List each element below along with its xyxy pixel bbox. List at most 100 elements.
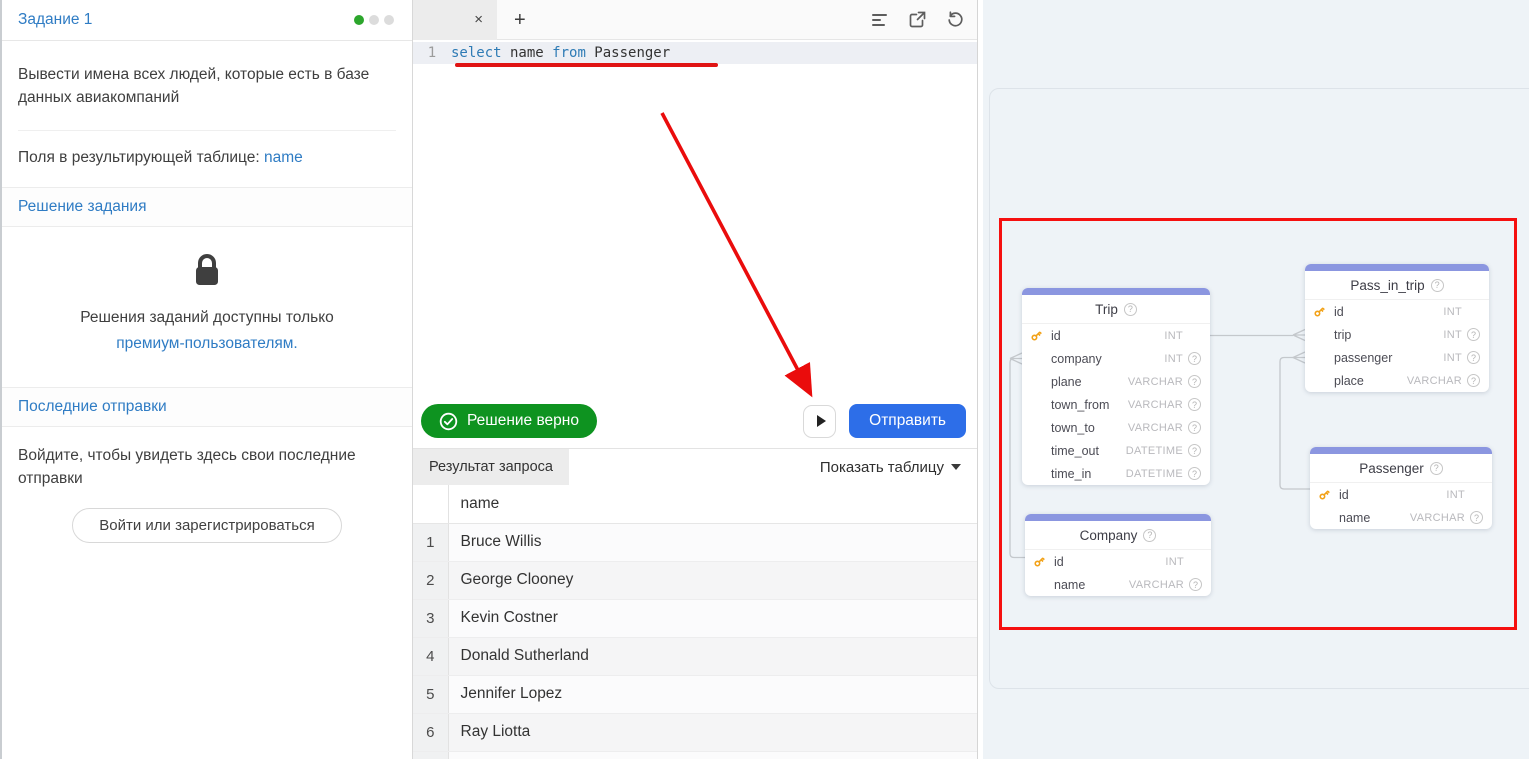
info-icon[interactable]: ? bbox=[1431, 279, 1444, 292]
table-card-company[interactable]: Company ? id INT name VARCHAR ? bbox=[1025, 514, 1211, 596]
table-card-passenger[interactable]: Passenger ? id INT name VARCHAR ? bbox=[1310, 447, 1492, 529]
play-icon bbox=[817, 415, 826, 427]
locked-text: Решения заданий доступны только bbox=[26, 305, 388, 331]
info-icon[interactable]: ? bbox=[1189, 578, 1202, 591]
editor-panel: × + bbox=[413, 0, 978, 759]
field-row: place VARCHAR ? bbox=[1305, 369, 1489, 392]
card-header-bar bbox=[1022, 288, 1210, 295]
annotation-arrow bbox=[413, 40, 977, 448]
field-row: plane VARCHAR ? bbox=[1022, 370, 1210, 393]
line-number: 1 bbox=[413, 45, 451, 61]
column-header-name: name bbox=[448, 485, 977, 523]
premium-link[interactable]: премиум-пользователям. bbox=[116, 335, 297, 352]
task-header: Задание 1 bbox=[2, 0, 412, 41]
query-tab[interactable]: × bbox=[413, 0, 497, 40]
progress-dot[interactable] bbox=[384, 15, 394, 25]
field-row: name VARCHAR ? bbox=[1025, 573, 1211, 596]
locked-solution-block: Решения заданий доступны только премиум-… bbox=[2, 227, 412, 388]
info-icon[interactable]: ? bbox=[1188, 375, 1201, 388]
progress-dot-active[interactable] bbox=[354, 15, 364, 25]
field-row: id INT bbox=[1025, 550, 1211, 573]
table-name: Passenger bbox=[1359, 461, 1424, 476]
solution-correct-button[interactable]: Решение верно bbox=[421, 404, 597, 438]
info-icon[interactable]: ? bbox=[1188, 444, 1201, 457]
table-row[interactable]: 2 George Clooney bbox=[413, 561, 977, 599]
info-icon[interactable]: ? bbox=[1467, 351, 1480, 364]
card-header-bar bbox=[1025, 514, 1211, 521]
card-header-bar bbox=[1310, 447, 1492, 454]
task-description: Вывести имена всех людей, которые есть в… bbox=[2, 41, 412, 130]
results-tab[interactable]: Результат запроса bbox=[413, 449, 569, 485]
result-field-link[interactable]: name bbox=[264, 149, 303, 166]
format-query-icon[interactable] bbox=[871, 11, 888, 28]
open-external-icon[interactable] bbox=[909, 11, 926, 28]
field-row: id INT bbox=[1305, 300, 1489, 323]
field-row: town_to VARCHAR ? bbox=[1022, 416, 1210, 439]
progress-dot[interactable] bbox=[369, 15, 379, 25]
info-icon[interactable]: ? bbox=[1188, 352, 1201, 365]
sql-query-text[interactable]: select name from Passenger bbox=[451, 45, 670, 61]
field-row: town_from VARCHAR ? bbox=[1022, 393, 1210, 416]
sql-editor[interactable]: 1 select name from Passenger bbox=[413, 40, 977, 448]
primary-key-icon bbox=[1313, 305, 1326, 318]
info-icon[interactable]: ? bbox=[1467, 374, 1480, 387]
info-icon[interactable]: ? bbox=[1470, 511, 1483, 524]
table-name: Trip bbox=[1095, 302, 1118, 317]
table-name: Company bbox=[1080, 528, 1138, 543]
login-prompt: Войдите, чтобы увидеть здесь свои послед… bbox=[2, 427, 412, 494]
code-line-1[interactable]: 1 select name from Passenger bbox=[413, 42, 977, 64]
solution-section-heading[interactable]: Решение задания bbox=[2, 187, 412, 227]
run-query-button[interactable] bbox=[803, 405, 836, 438]
primary-key-icon bbox=[1318, 488, 1331, 501]
info-icon[interactable]: ? bbox=[1143, 529, 1156, 542]
login-register-button[interactable]: Войти или зарегистрироваться bbox=[72, 508, 341, 543]
info-icon[interactable]: ? bbox=[1124, 303, 1137, 316]
result-fields-line: Поля в результирующей таблице: name bbox=[2, 131, 412, 187]
show-table-dropdown[interactable]: Показать таблицу bbox=[820, 459, 977, 476]
table-row[interactable]: 1 Bruce Willis bbox=[413, 523, 977, 561]
row-number-header bbox=[413, 485, 448, 523]
field-row: time_in DATETIME ? bbox=[1022, 462, 1210, 485]
table-row-partial[interactable] bbox=[413, 751, 977, 759]
table-card-trip[interactable]: Trip ? id INT company INT ? plane VARCHA… bbox=[1022, 288, 1210, 485]
table-row[interactable]: 5 Jennifer Lopez bbox=[413, 675, 977, 713]
field-row: passenger INT ? bbox=[1305, 346, 1489, 369]
submit-button[interactable]: Отправить bbox=[849, 404, 966, 438]
close-tab-icon[interactable]: × bbox=[474, 12, 483, 27]
check-circle-icon bbox=[439, 412, 458, 431]
table-row[interactable]: 4 Donald Sutherland bbox=[413, 637, 977, 675]
progress-dots bbox=[354, 15, 394, 25]
table-name: Pass_in_trip bbox=[1350, 278, 1424, 293]
results-bar: Результат запроса Показать таблицу bbox=[413, 449, 977, 485]
field-row: name VARCHAR ? bbox=[1310, 506, 1492, 529]
info-icon[interactable]: ? bbox=[1188, 421, 1201, 434]
submissions-section-heading[interactable]: Последние отправки bbox=[2, 387, 412, 427]
table-card-pass-in-trip[interactable]: Pass_in_trip ? id INT trip INT ? passeng… bbox=[1305, 264, 1489, 392]
editor-tabbar: × + bbox=[413, 0, 977, 40]
reset-query-icon[interactable] bbox=[947, 11, 964, 28]
info-icon[interactable]: ? bbox=[1188, 398, 1201, 411]
info-icon[interactable]: ? bbox=[1467, 328, 1480, 341]
field-row: trip INT ? bbox=[1305, 323, 1489, 346]
results-table: name 1 Bruce Willis 2 George Clooney 3 K… bbox=[413, 485, 977, 759]
info-icon[interactable]: ? bbox=[1188, 467, 1201, 480]
table-row[interactable]: 3 Kevin Costner bbox=[413, 599, 977, 637]
schema-panel[interactable]: Trip ? id INT company INT ? plane VARCHA… bbox=[983, 0, 1529, 759]
task-panel: Задание 1 Вывести имена всех людей, кото… bbox=[0, 0, 413, 759]
info-icon[interactable]: ? bbox=[1430, 462, 1443, 475]
primary-key-icon bbox=[1030, 329, 1043, 342]
field-row: time_out DATETIME ? bbox=[1022, 439, 1210, 462]
primary-key-icon bbox=[1033, 555, 1046, 568]
field-row: id INT bbox=[1022, 324, 1210, 347]
result-fields-label: Поля в результирующей таблице: bbox=[18, 149, 260, 166]
results-section: Результат запроса Показать таблицу name … bbox=[413, 448, 977, 759]
task-title[interactable]: Задание 1 bbox=[18, 11, 92, 29]
results-header-row: name bbox=[413, 485, 977, 523]
table-row[interactable]: 6 Ray Liotta bbox=[413, 713, 977, 751]
add-tab-icon[interactable]: + bbox=[514, 10, 526, 30]
field-row: company INT ? bbox=[1022, 347, 1210, 370]
sql-academy-app: Задание 1 Вывести имена всех людей, кото… bbox=[0, 0, 1529, 759]
lock-icon bbox=[192, 253, 222, 287]
card-header-bar bbox=[1305, 264, 1489, 271]
chevron-down-icon bbox=[951, 464, 961, 470]
